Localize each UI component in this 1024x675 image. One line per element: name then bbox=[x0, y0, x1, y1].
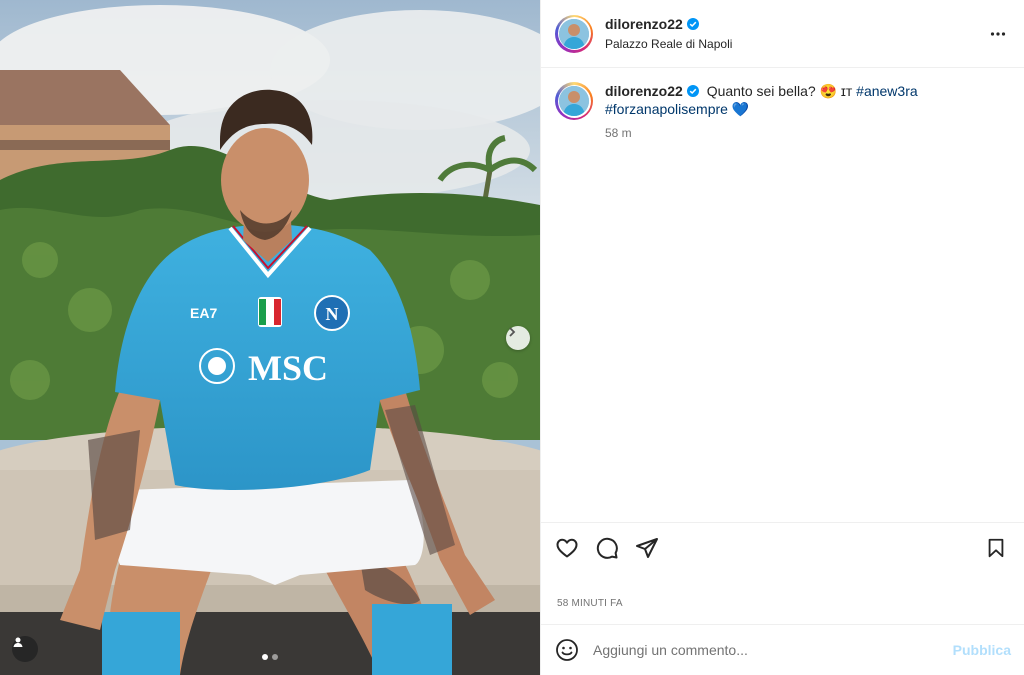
comment-composer: Pubblica bbox=[541, 624, 1024, 675]
username-text: dilorenzo22 bbox=[605, 16, 683, 32]
carousel-indicator bbox=[262, 654, 278, 660]
publish-button[interactable]: Pubblica bbox=[953, 642, 1011, 658]
paper-plane-icon bbox=[636, 537, 658, 558]
comment-bubble-icon bbox=[596, 537, 618, 559]
post-photo-image: N EA7 MSC bbox=[0, 0, 540, 675]
save-button[interactable] bbox=[985, 537, 1007, 559]
user-tag-icon bbox=[13, 637, 23, 647]
bookmark-icon bbox=[988, 538, 1004, 557]
post-details-panel: dilorenzo22 Palazzo Reale di Napoli dilo… bbox=[540, 0, 1024, 675]
heart-icon bbox=[556, 538, 578, 557]
post-photo[interactable]: N EA7 MSC bbox=[0, 0, 540, 675]
verified-badge-icon bbox=[686, 85, 699, 97]
avatar-image bbox=[559, 18, 589, 49]
like-button[interactable] bbox=[555, 536, 579, 560]
comment-button[interactable] bbox=[595, 536, 619, 560]
blue-heart-emoji: 💙 bbox=[731, 101, 750, 117]
avatar-image bbox=[559, 86, 589, 116]
carousel-dot-active bbox=[262, 654, 268, 660]
caption-username[interactable]: dilorenzo22 bbox=[605, 82, 699, 100]
jersey-main-text: MSC bbox=[248, 348, 328, 388]
chevron-right-icon bbox=[509, 327, 516, 337]
comment-input[interactable] bbox=[593, 642, 953, 658]
username-text: dilorenzo22 bbox=[605, 83, 683, 99]
avatar[interactable] bbox=[555, 14, 593, 53]
more-options-button[interactable] bbox=[990, 26, 1006, 45]
carousel-next-button[interactable] bbox=[506, 326, 530, 350]
carousel-dot bbox=[272, 654, 278, 660]
more-options-icon bbox=[990, 32, 1006, 36]
caption-text: Quanto sei bella? 😍 ɪᴛ bbox=[706, 83, 853, 99]
post-actions bbox=[541, 522, 1024, 572]
emoji-button[interactable] bbox=[555, 638, 579, 662]
user-tag-button[interactable] bbox=[12, 636, 38, 662]
post-author-username[interactable]: dilorenzo22 bbox=[605, 16, 699, 32]
caption-avatar[interactable] bbox=[555, 82, 593, 120]
emoji-icon bbox=[556, 639, 578, 661]
post-location[interactable]: Palazzo Reale di Napoli bbox=[605, 37, 732, 51]
jersey-sponsor-text: EA7 bbox=[190, 305, 217, 321]
post-header: dilorenzo22 Palazzo Reale di Napoli bbox=[541, 0, 1024, 68]
verified-badge-icon bbox=[686, 18, 699, 30]
post-time-ago[interactable]: 58 MINUTI FA bbox=[557, 598, 623, 609]
jersey-crest-letter: N bbox=[326, 304, 339, 324]
hashtag-link[interactable]: #anew3ra bbox=[856, 83, 918, 99]
caption-timestamp[interactable]: 58 m bbox=[605, 124, 1005, 142]
post-caption: dilorenzo22 Quanto sei bella? 😍 ɪᴛ #anew… bbox=[541, 68, 1024, 521]
hashtag-link[interactable]: #forzanapolisempre bbox=[605, 101, 728, 117]
share-button[interactable] bbox=[635, 536, 659, 560]
